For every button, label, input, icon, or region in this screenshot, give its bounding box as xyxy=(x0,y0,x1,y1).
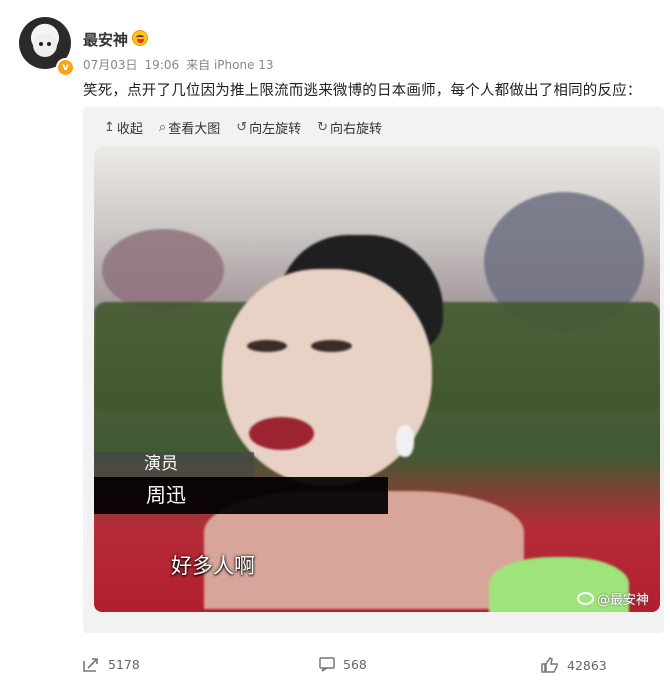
post-source: 来自 iPhone 13 xyxy=(186,58,274,72)
caption-name: 周迅 xyxy=(94,477,388,514)
rotate-right-icon: ↻ xyxy=(317,120,329,135)
person-right-eye xyxy=(311,340,352,352)
like-count: 42863 xyxy=(567,657,607,673)
post-date: 07月03日 xyxy=(83,58,138,72)
image-toolbar: ↥ 收起 ⌕ 查看大图 ↺ 向左旋转 ↻ 向右旋转 xyxy=(104,118,382,137)
repost-button[interactable]: 5178 xyxy=(82,656,140,673)
emoji-badge-icon xyxy=(132,30,148,46)
comment-count: 568 xyxy=(343,656,367,672)
rotate-left-button[interactable]: ↺ 向左旋转 xyxy=(236,118,301,137)
post-meta: 07月03日 19:06 来自 iPhone 13 xyxy=(83,56,281,73)
view-full-button[interactable]: ⌕ 查看大图 xyxy=(159,118,220,137)
repost-count: 5178 xyxy=(108,657,140,672)
subtitle: 好多人啊 xyxy=(171,554,255,578)
post-time: 19:06 xyxy=(144,58,180,72)
view-full-label: 查看大图 xyxy=(168,122,221,137)
collapse-button[interactable]: ↥ 收起 xyxy=(104,118,143,137)
avatar-face xyxy=(33,33,57,57)
rotate-left-label: 向左旋转 xyxy=(249,122,302,137)
rotate-right-label: 向右旋转 xyxy=(330,122,383,137)
post-image[interactable] xyxy=(94,147,660,612)
action-bar: 5178 568 42863 xyxy=(0,656,670,676)
watermark-text: @最安神 xyxy=(597,593,650,608)
person-mouth xyxy=(249,417,314,450)
photo-background-crowd xyxy=(102,229,224,311)
rotate-left-icon: ↺ xyxy=(236,120,248,135)
verified-badge: v xyxy=(56,58,75,77)
collapse-label: 收起 xyxy=(116,122,143,137)
post-text: 笑死，点开了几位因为推上限流而逃来微博的日本画师，每个人都做出了相同的反应： xyxy=(83,83,642,99)
comment-icon xyxy=(319,657,335,672)
rotate-right-button[interactable]: ↻ 向右旋转 xyxy=(317,118,382,137)
thumbs-up-icon xyxy=(541,657,558,673)
weibo-logo-icon xyxy=(577,592,594,605)
share-icon xyxy=(83,658,98,672)
like-button[interactable]: 42863 xyxy=(540,656,607,674)
person-earring xyxy=(396,425,414,457)
comment-button[interactable]: 568 xyxy=(318,656,367,672)
up-arrow-icon: ↥ xyxy=(104,120,115,135)
magnifier-icon: ⌕ xyxy=(158,120,167,135)
person-left-eye xyxy=(247,340,287,352)
caption-role: 演员 xyxy=(94,452,254,477)
username[interactable]: 最安神 xyxy=(83,29,128,50)
watermark: @最安神 xyxy=(577,589,649,608)
